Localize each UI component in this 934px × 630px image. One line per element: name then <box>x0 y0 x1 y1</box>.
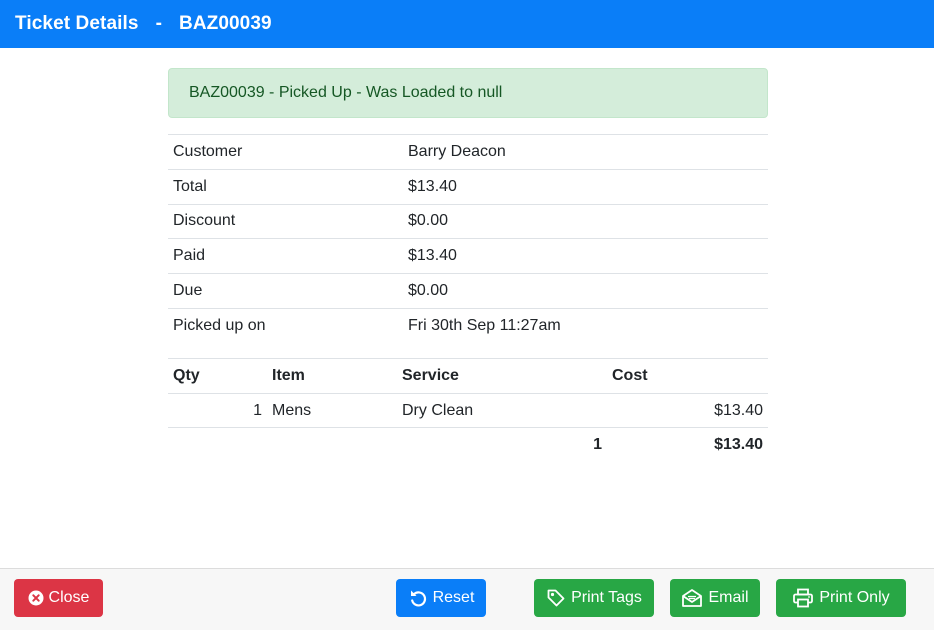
detail-value: Fri 30th Sep 11:27am <box>408 317 561 335</box>
status-message: BAZ00039 - Picked Up - Was Loaded to nul… <box>189 84 503 101</box>
email-label: Email <box>708 589 749 606</box>
title-bar: Ticket Details - BAZ00039 <box>0 0 934 48</box>
reset-button[interactable]: Reset <box>396 579 486 617</box>
total-qty: 1 <box>593 436 602 454</box>
qty-header: Qty <box>173 367 200 385</box>
page-title: Ticket Details <box>15 13 139 34</box>
detail-label: Paid <box>173 247 206 265</box>
close-button[interactable]: Close <box>14 579 103 617</box>
item-header: Item <box>272 367 305 385</box>
detail-row-customer: Customer Barry Deacon <box>168 134 768 170</box>
tag-icon <box>546 588 566 608</box>
print-only-label: Print Only <box>819 589 890 606</box>
reset-label: Reset <box>432 589 475 606</box>
undo-icon <box>408 588 428 608</box>
detail-label: Total <box>173 177 207 195</box>
email-button[interactable]: Email <box>670 579 760 617</box>
detail-label: Customer <box>173 142 243 160</box>
detail-value: Barry Deacon <box>408 142 506 160</box>
envelope-open-icon <box>681 588 703 608</box>
ticket-id: BAZ00039 <box>179 13 272 34</box>
detail-value: $13.40 <box>408 177 457 195</box>
detail-row-due: Due $0.00 <box>168 273 768 309</box>
detail-row-paid: Paid $13.40 <box>168 238 768 274</box>
detail-row-total: Total $13.40 <box>168 169 768 204</box>
detail-label: Discount <box>173 212 236 230</box>
ticket-items-table: Qty Item Service Cost 1 Mens Dry Clean $… <box>168 358 768 462</box>
times-circle-icon <box>28 590 44 606</box>
print-tags-label: Print Tags <box>571 589 642 606</box>
detail-row-picked-up-on: Picked up on Fri 30th Sep 11:27am <box>168 308 768 343</box>
detail-label: Picked up on <box>173 317 266 335</box>
detail-label: Due <box>173 282 203 300</box>
close-label: Close <box>48 589 90 606</box>
status-alert: BAZ00039 - Picked Up - Was Loaded to nul… <box>168 68 768 118</box>
print-tags-button[interactable]: Print Tags <box>534 579 654 617</box>
table-row: 1 Mens Dry Clean $13.40 <box>168 393 768 428</box>
total-cost: $13.40 <box>714 436 763 454</box>
action-footer: Close Reset Print Tags Email Print Only <box>0 568 934 630</box>
item-name: Mens <box>272 401 312 419</box>
cost-header: Cost <box>612 367 648 385</box>
service-header: Service <box>402 367 459 385</box>
title-separator: - <box>155 13 162 34</box>
items-header-row: Qty Item Service Cost <box>168 358 768 394</box>
ticket-details-table: Customer Barry Deacon Total $13.40 Disco… <box>168 134 768 343</box>
detail-value: $0.00 <box>408 212 449 230</box>
item-cost: $13.40 <box>714 401 763 419</box>
totals-row: 1 $13.40 <box>168 428 768 463</box>
printer-icon <box>792 588 814 608</box>
detail-value: $0.00 <box>408 282 449 300</box>
item-qty: 1 <box>253 401 262 419</box>
ticket-content: BAZ00039 - Picked Up - Was Loaded to nul… <box>168 68 768 462</box>
print-only-button[interactable]: Print Only <box>776 579 906 617</box>
detail-row-discount: Discount $0.00 <box>168 204 768 239</box>
item-service: Dry Clean <box>402 401 474 419</box>
detail-value: $13.40 <box>408 247 457 265</box>
